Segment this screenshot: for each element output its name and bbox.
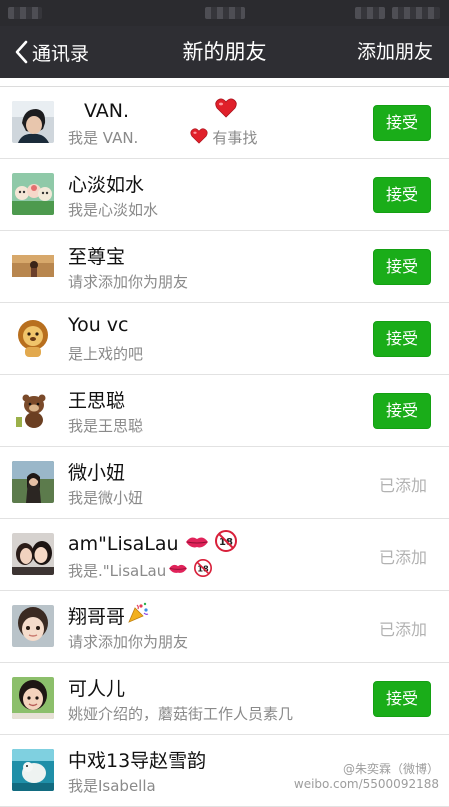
- list-item[interactable]: 微小妞 我是微小妞 已添加: [0, 447, 449, 519]
- watermark-line-1: @朱奕霖（微博）: [342, 762, 439, 776]
- contact-name: 可人儿: [68, 678, 126, 700]
- list-item[interactable]: 翔哥哥 请求添加你为朋友 已添加: [0, 591, 449, 663]
- navigation-bar: 通讯录 新的朋友 添加朋友: [0, 26, 449, 78]
- accept-button[interactable]: 接受: [373, 393, 431, 429]
- added-status: 已添加: [378, 548, 427, 567]
- lips-kiss-icon: [185, 533, 209, 555]
- heart-icon: [215, 98, 237, 123]
- avatar: [12, 605, 54, 647]
- contact-message: 请求添加你为朋友: [68, 633, 189, 651]
- avatar: [12, 677, 54, 719]
- accept-button[interactable]: 接受: [373, 177, 431, 213]
- heart-icon: [190, 127, 208, 148]
- contact-name: 微小妞: [68, 462, 126, 484]
- back-label: 通讯录: [32, 42, 90, 65]
- list-item[interactable]: 至尊宝 请求添加你为朋友 接受: [0, 231, 449, 303]
- added-status: 已添加: [378, 620, 427, 639]
- battery-indicator: [355, 7, 385, 19]
- eighteen-badge-icon: 18: [194, 559, 213, 581]
- clock-blurred: [205, 7, 245, 19]
- list-item[interactable]: VAN. 我是 VAN. 有事找 接受: [0, 87, 449, 159]
- avatar: [12, 173, 54, 215]
- list-item[interactable]: You vc 是上戏的吧 接受: [0, 303, 449, 375]
- list-item[interactable]: 心淡如水 我是心淡如水 接受: [0, 159, 449, 231]
- accept-button[interactable]: 接受: [373, 249, 431, 285]
- contact-message: 我是Isabella: [68, 777, 156, 795]
- list-item[interactable]: 可人儿 姚娅介绍的，蘑菇街工作人员素几 接受: [0, 663, 449, 735]
- contact-message: 是上戏的吧: [68, 345, 144, 363]
- status-bar: [0, 0, 449, 26]
- avatar: [12, 389, 54, 431]
- battery-icon: [392, 7, 440, 19]
- contact-message: 我是心淡如水: [68, 201, 159, 219]
- contact-name: am"LisaLau 18: [68, 530, 237, 557]
- list-item[interactable]: 王思聪 我是王思聪 接受: [0, 375, 449, 447]
- accept-button[interactable]: 接受: [373, 321, 431, 357]
- chevron-left-icon: [15, 40, 28, 64]
- contact-message: 我是微小妞: [68, 489, 144, 507]
- contact-name: 至尊宝: [68, 246, 126, 268]
- contact-message: 我是."LisaLau 18: [68, 559, 213, 581]
- contact-name: VAN.: [68, 98, 237, 123]
- weibo-watermark: @朱奕霖（微博） weibo.com/5500092188: [294, 762, 439, 792]
- contact-name: 翔哥哥: [68, 602, 149, 629]
- contact-message: 请求添加你为朋友: [68, 273, 189, 291]
- accept-button[interactable]: 接受: [373, 681, 431, 717]
- contact-name: 心淡如水: [68, 174, 145, 196]
- avatar: [12, 101, 54, 143]
- avatar: [12, 749, 54, 791]
- contact-message: 我是 VAN. 有事找: [68, 127, 258, 148]
- accept-button[interactable]: 接受: [373, 105, 431, 141]
- contact-name: 王思聪: [68, 390, 126, 412]
- contact-name: You vc: [68, 314, 129, 336]
- new-friends-list: VAN. 我是 VAN. 有事找 接受 心淡如水 我是心淡如水 接受 至尊宝 请…: [0, 86, 449, 807]
- avatar: [12, 317, 54, 359]
- party-popper-icon: [127, 602, 149, 629]
- add-friend-button[interactable]: 添加朋友: [357, 26, 433, 78]
- contact-message: 姚娅介绍的，蘑菇街工作人员素几: [68, 705, 294, 723]
- contact-message: 我是王思聪: [68, 417, 144, 435]
- avatar: [12, 461, 54, 503]
- added-status: 已添加: [378, 476, 427, 495]
- list-item[interactable]: am"LisaLau 18 我是."LisaLau 18 已添加: [0, 519, 449, 591]
- avatar: [12, 533, 54, 575]
- contact-name: 中戏13导赵雪韵: [68, 750, 207, 772]
- lips-kiss-icon: [168, 561, 188, 579]
- eighteen-badge-icon: 18: [214, 530, 237, 557]
- signal-indicator: [8, 7, 42, 19]
- back-button[interactable]: 通讯录: [14, 26, 89, 78]
- watermark-line-2: weibo.com/5500092188: [293, 777, 439, 791]
- avatar: [12, 245, 54, 287]
